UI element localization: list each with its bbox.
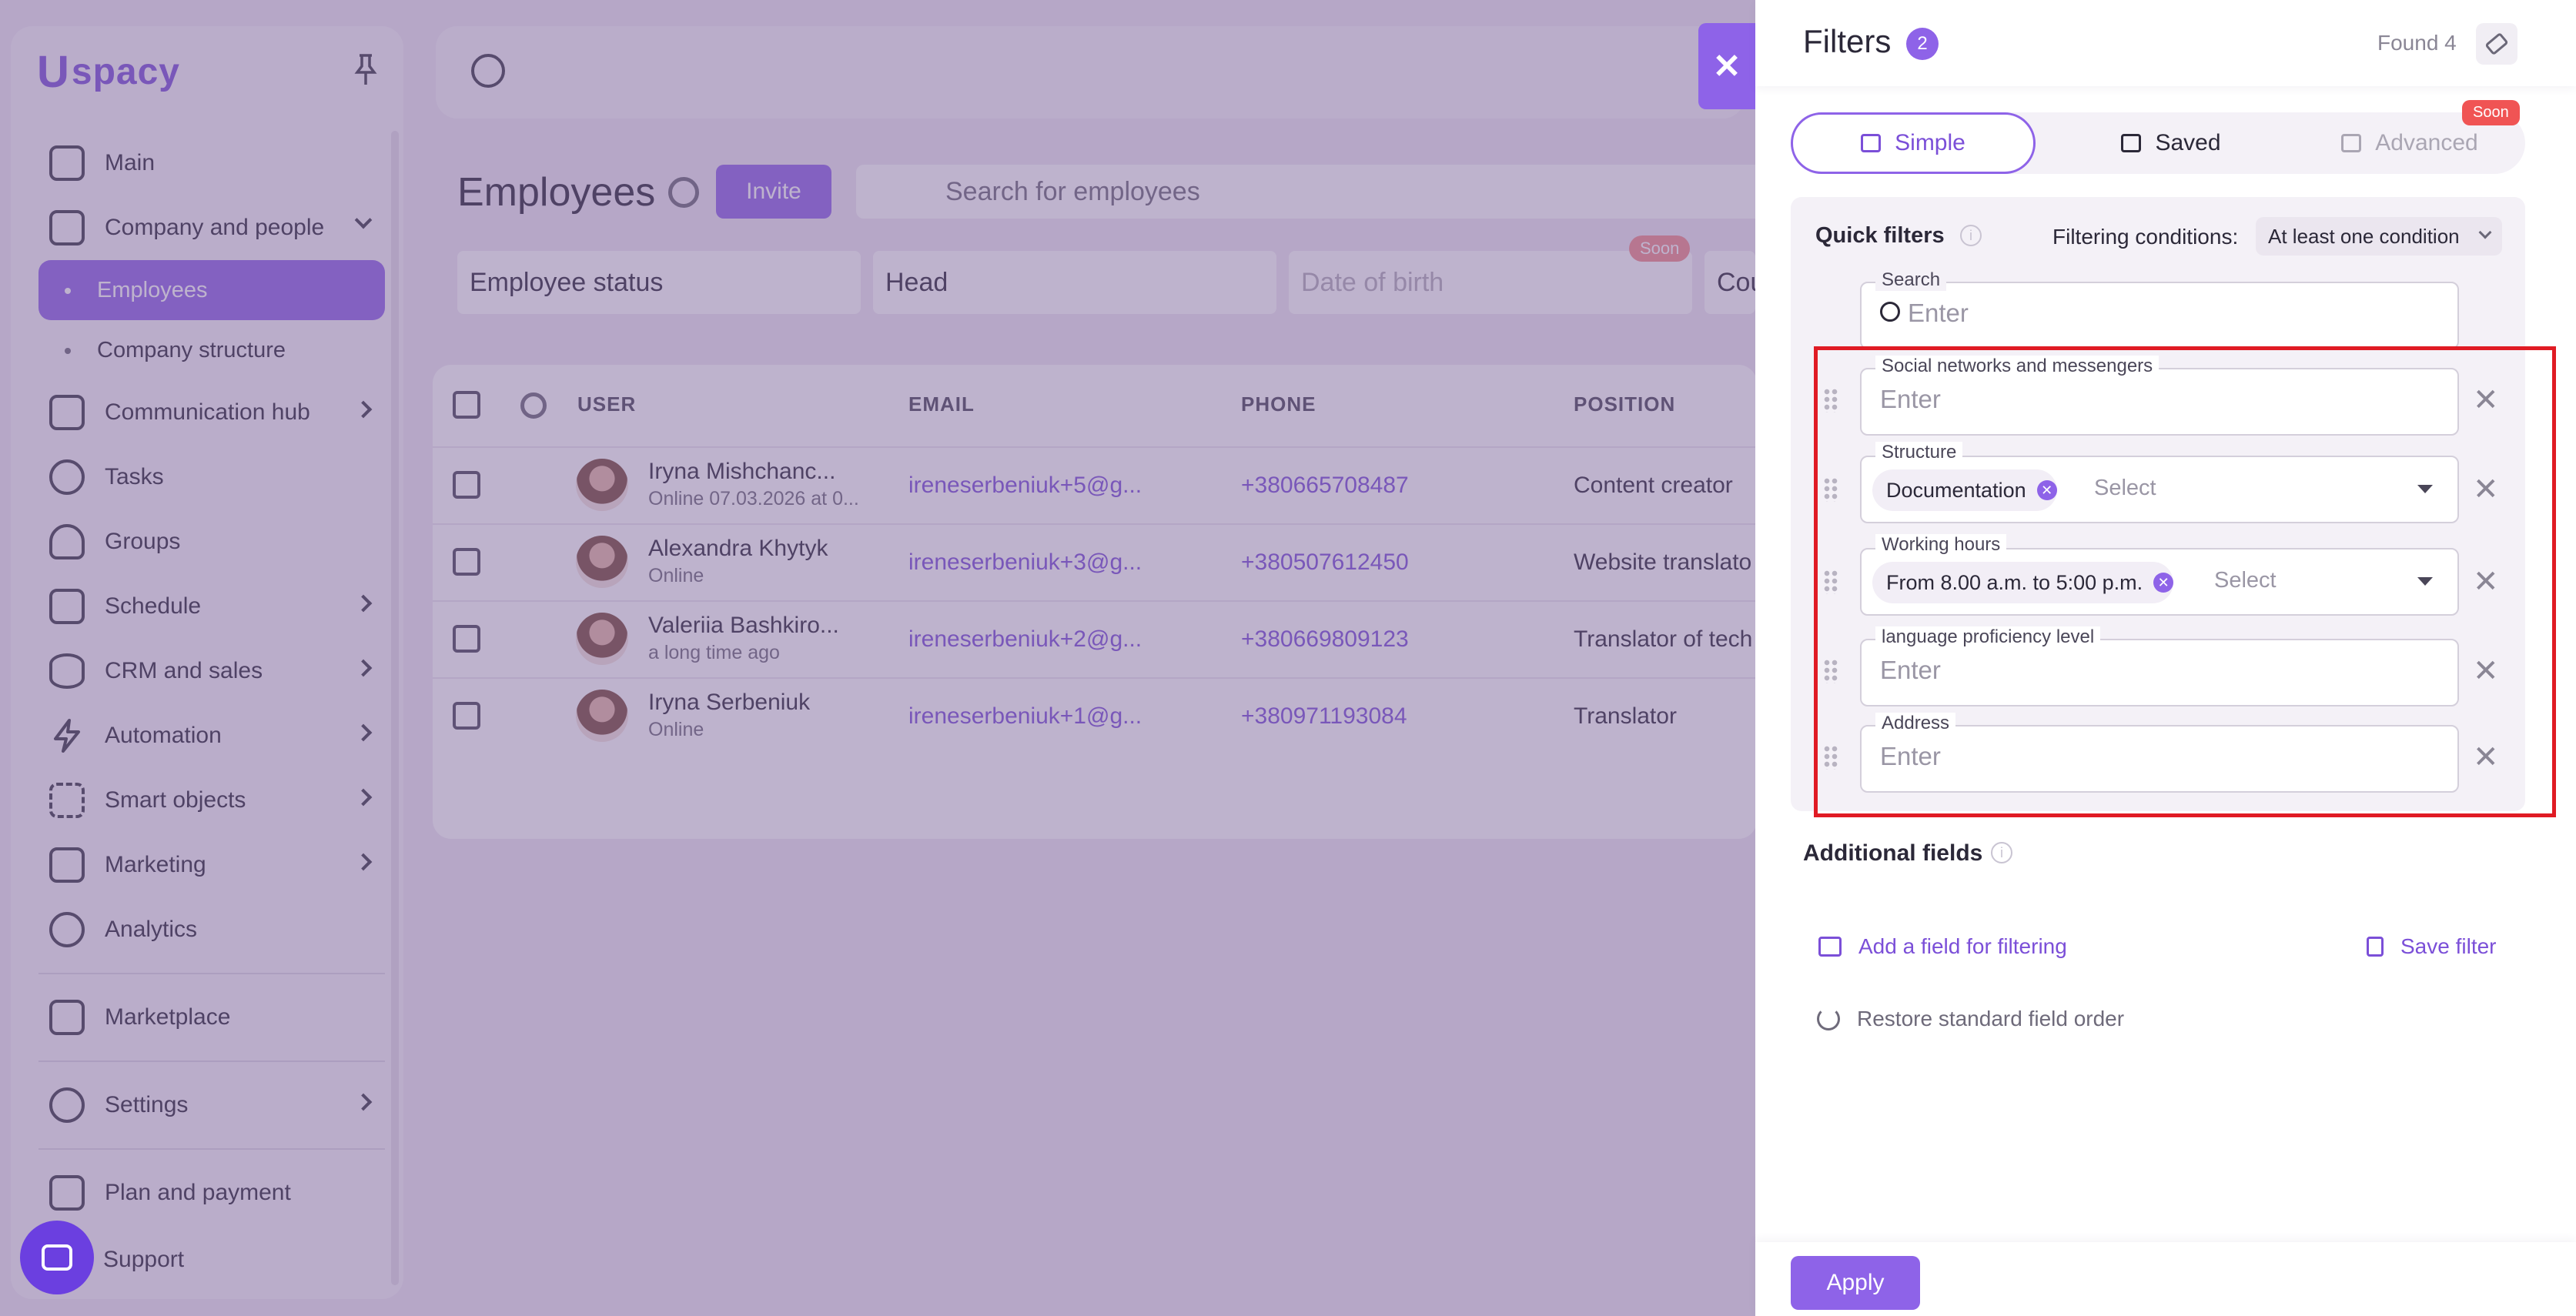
restore-icon [1817,1007,1840,1030]
tab-saved[interactable]: Saved [2063,112,2279,174]
bookmark-icon [2121,134,2142,152]
info-icon[interactable]: i [1960,225,1982,246]
funnel-icon [2341,134,2362,152]
apply-button[interactable]: Apply [1791,1256,1920,1310]
soon-badge: Soon [2462,100,2520,125]
support-chat-button[interactable] [20,1221,94,1294]
eraser-icon [2484,32,2509,56]
highlight-box [1814,346,2556,817]
filtering-conditions-label: Filtering conditions: [2052,225,2239,249]
filters-count-badge: 2 [1906,28,1939,60]
save-filter-button[interactable]: Save filter [2367,934,2497,959]
additional-fields-title: Additional fields [1803,840,1983,866]
restore-field-order-button[interactable]: Restore standard field order [1817,1007,2124,1031]
clear-filters-button[interactable] [2476,23,2517,65]
add-field-button[interactable]: Add a field for filtering [1818,934,2067,959]
search-icon [1880,302,1900,322]
filtering-conditions-select[interactable]: At least one condition [2256,217,2502,256]
field-label: Search [1875,269,1947,291]
chat-icon [42,1244,72,1271]
chevron-down-icon [2478,225,2492,239]
field-placeholder: Enter [1908,299,1969,327]
modal-overlay[interactable] [0,0,1755,1316]
info-icon[interactable]: i [1991,842,2012,863]
found-count: Found 4 [2377,31,2457,55]
filters-title: Filters [1803,23,1892,59]
close-filters-button[interactable]: ✕ [1698,23,1755,109]
bookmark-icon [2367,937,2384,957]
add-list-icon [1818,937,1842,957]
sliders-icon [1861,134,1882,152]
tab-simple[interactable]: Simple [1791,112,2036,174]
quick-filters-title: Quick filters [1815,223,1945,248]
